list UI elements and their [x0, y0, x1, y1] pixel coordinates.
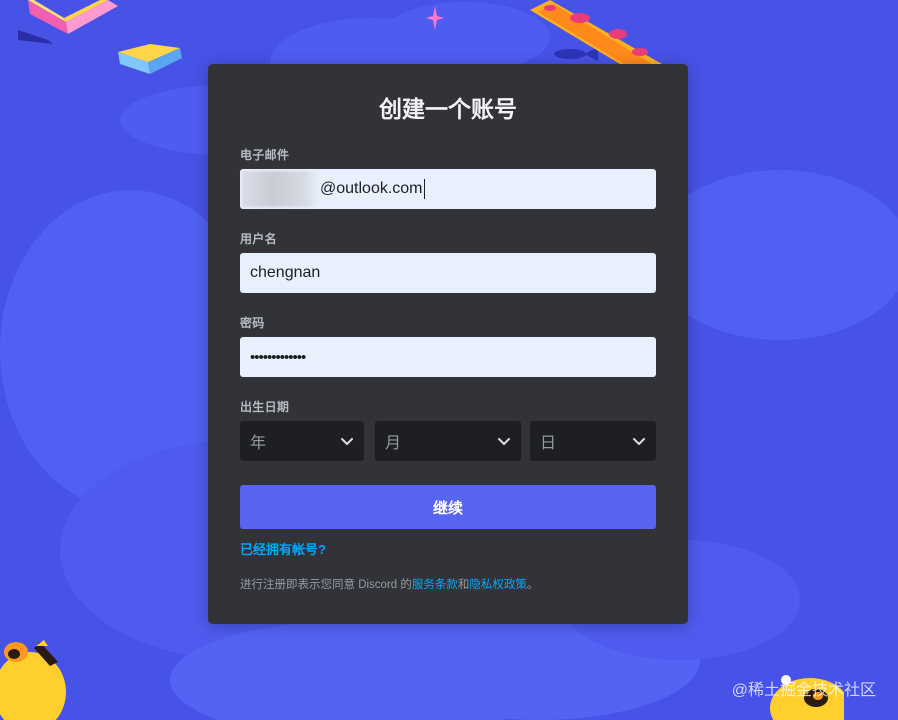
- text-cursor: [423, 179, 425, 199]
- redacted-email-user: [242, 171, 320, 207]
- email-field[interactable]: @outlook.com: [240, 169, 656, 209]
- pizza-icon: [530, 0, 662, 64]
- register-card: 创建一个账号 电子邮件 @outlook.com 用户名 chengnan 密码…: [208, 64, 688, 624]
- privacy-policy-link[interactable]: 隐私权政策: [469, 579, 527, 591]
- chevron-down-icon: [498, 438, 510, 445]
- username-label: 用户名: [240, 232, 277, 246]
- dob-year-select[interactable]: 年: [240, 421, 364, 461]
- watermark: @稀土掘金技术社区: [731, 682, 876, 699]
- chevron-down-icon: [341, 438, 353, 445]
- book-icon: [18, 0, 118, 44]
- username-value: chengnan: [250, 264, 321, 281]
- password-label: 密码: [240, 316, 265, 330]
- terms-of-service-link[interactable]: 服务条款: [412, 579, 458, 591]
- email-label: 电子邮件: [240, 148, 290, 162]
- dob-month-placeholder: 月: [385, 435, 402, 452]
- login-link[interactable]: 已经拥有帐号?: [240, 539, 326, 558]
- dob-day-placeholder: 日: [540, 435, 557, 452]
- cloud: [380, 2, 550, 72]
- email-value: @outlook.com: [320, 180, 423, 197]
- dob-year-placeholder: 年: [250, 435, 267, 452]
- terms-suffix: 。: [526, 579, 539, 591]
- terms-prefix: 进行注册即表示您同意 Discord 的: [240, 579, 412, 591]
- sparkle-icon: [426, 6, 444, 30]
- dob-month-select[interactable]: 月: [375, 421, 521, 461]
- book-icon: [118, 44, 182, 74]
- password-field[interactable]: •••••••••••••: [240, 337, 656, 377]
- page-title: 创建一个账号: [379, 96, 517, 122]
- continue-button[interactable]: 继续: [240, 485, 656, 529]
- chevron-down-icon: [633, 438, 645, 445]
- username-field[interactable]: chengnan: [240, 253, 656, 293]
- terms-and: 和: [457, 579, 470, 591]
- dob-day-select[interactable]: 日: [530, 421, 656, 461]
- terms-notice: 进行注册即表示您同意 Discord 的服务条款和隐私权政策。: [240, 576, 538, 592]
- dob-label: 出生日期: [240, 400, 290, 414]
- duck-icon: [0, 640, 66, 720]
- password-value: •••••••••••••: [250, 348, 306, 366]
